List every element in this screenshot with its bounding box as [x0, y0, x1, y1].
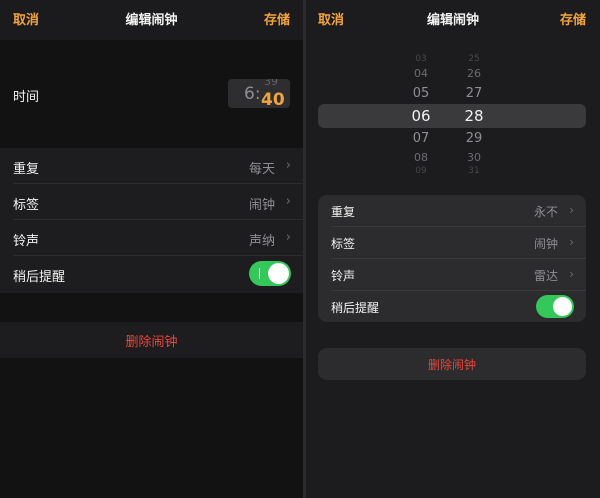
hour-option-selected[interactable]: 06	[401, 107, 441, 125]
picker-selection-band	[318, 104, 586, 128]
minute-option[interactable]: 29	[454, 131, 494, 146]
hour-option[interactable]: 09	[401, 166, 441, 174]
label-label: 标签	[13, 198, 40, 213]
time-hour: 6:	[244, 84, 261, 104]
label-label: 标签	[331, 237, 356, 251]
minute-option-selected[interactable]: 28	[454, 107, 494, 125]
sound-label: 铃声	[331, 269, 356, 283]
snooze-row: 稍后提醒	[318, 291, 586, 322]
time-minute-previous: 39	[264, 79, 278, 88]
toggle-knob	[268, 263, 289, 284]
right-screen: 取消 编辑闹钟 存储 03 04 05 06 07 08 09 25 26 27…	[306, 0, 600, 498]
repeat-value: 每天	[248, 162, 275, 177]
hour-option[interactable]: 07	[401, 131, 441, 146]
hour-option[interactable]: 03	[401, 54, 441, 64]
hour-option[interactable]: 08	[401, 151, 441, 164]
time-label: 时间	[13, 90, 40, 105]
save-button[interactable]: 存储	[560, 9, 586, 28]
chevron-right-icon: ›	[285, 230, 291, 245]
label-row[interactable]: 标签 闹钟 ›	[0, 184, 303, 220]
snooze-row: 稍后提醒	[0, 256, 303, 292]
page-title: 编辑闹钟	[125, 13, 178, 28]
minute-option[interactable]: 27	[454, 86, 494, 101]
repeat-row[interactable]: 重复 每天 ›	[0, 148, 303, 184]
sound-row[interactable]: 铃声 雷达 ›	[318, 259, 586, 291]
sound-label: 铃声	[13, 234, 40, 249]
delete-alarm-label: 删除闹钟	[427, 358, 476, 372]
settings-group: 重复 永不 › 标签 闹钟 › 铃声 雷达 › 稍后提醒	[318, 195, 586, 322]
sound-row[interactable]: 铃声 声纳 ›	[0, 220, 303, 256]
chevron-right-icon: ›	[569, 203, 574, 217]
nav-bar: 取消 编辑闹钟 存储	[0, 0, 303, 40]
delete-alarm-button[interactable]: 删除闹钟	[318, 348, 586, 380]
minute-option[interactable]: 31	[454, 166, 494, 174]
chevron-right-icon: ›	[569, 267, 574, 281]
time-row: 时间 6: 39 40	[0, 70, 303, 122]
repeat-label: 重复	[13, 162, 40, 177]
left-screen: 取消 编辑闹钟 存储 时间 6: 39 40 重复 每天 › 标签 闹钟 › 铃…	[0, 0, 303, 498]
minute-option[interactable]: 26	[454, 67, 494, 80]
snooze-toggle[interactable]	[536, 295, 574, 318]
save-button[interactable]: 存储	[264, 9, 290, 28]
chevron-right-icon: ›	[285, 194, 291, 209]
minute-option[interactable]: 25	[454, 54, 494, 64]
delete-alarm-label: 删除闹钟	[125, 335, 178, 350]
label-value: 闹钟	[248, 198, 275, 213]
delete-alarm-button[interactable]: 删除闹钟	[0, 322, 303, 358]
hour-option[interactable]: 05	[401, 86, 441, 101]
time-minute: 40	[261, 90, 285, 108]
repeat-label: 重复	[331, 205, 356, 219]
snooze-label: 稍后提醒	[13, 270, 66, 285]
chevron-right-icon: ›	[569, 235, 574, 249]
toggle-knob	[553, 297, 572, 316]
repeat-row[interactable]: 重复 永不 ›	[318, 195, 586, 227]
settings-group: 重复 每天 › 标签 闹钟 › 铃声 声纳 › 稍后提醒	[0, 148, 303, 293]
hour-option[interactable]: 04	[401, 67, 441, 80]
repeat-value: 永不	[533, 205, 558, 219]
page-title: 编辑闹钟	[426, 13, 479, 28]
label-row[interactable]: 标签 闹钟 ›	[318, 227, 586, 259]
nav-bar: 取消 编辑闹钟 存储	[306, 0, 600, 40]
sound-value: 声纳	[248, 234, 275, 249]
minute-option[interactable]: 30	[454, 151, 494, 164]
toggle-on-mark-icon	[259, 268, 260, 279]
time-picker[interactable]: 6: 39 40	[228, 79, 290, 108]
snooze-label: 稍后提醒	[331, 301, 380, 315]
time-wheel-picker[interactable]: 03 04 05 06 07 08 09 25 26 27 28 29 30 3…	[306, 52, 600, 182]
label-value: 闹钟	[533, 237, 558, 251]
chevron-right-icon: ›	[285, 158, 291, 173]
snooze-toggle[interactable]	[249, 261, 291, 286]
sound-value: 雷达	[533, 269, 558, 283]
